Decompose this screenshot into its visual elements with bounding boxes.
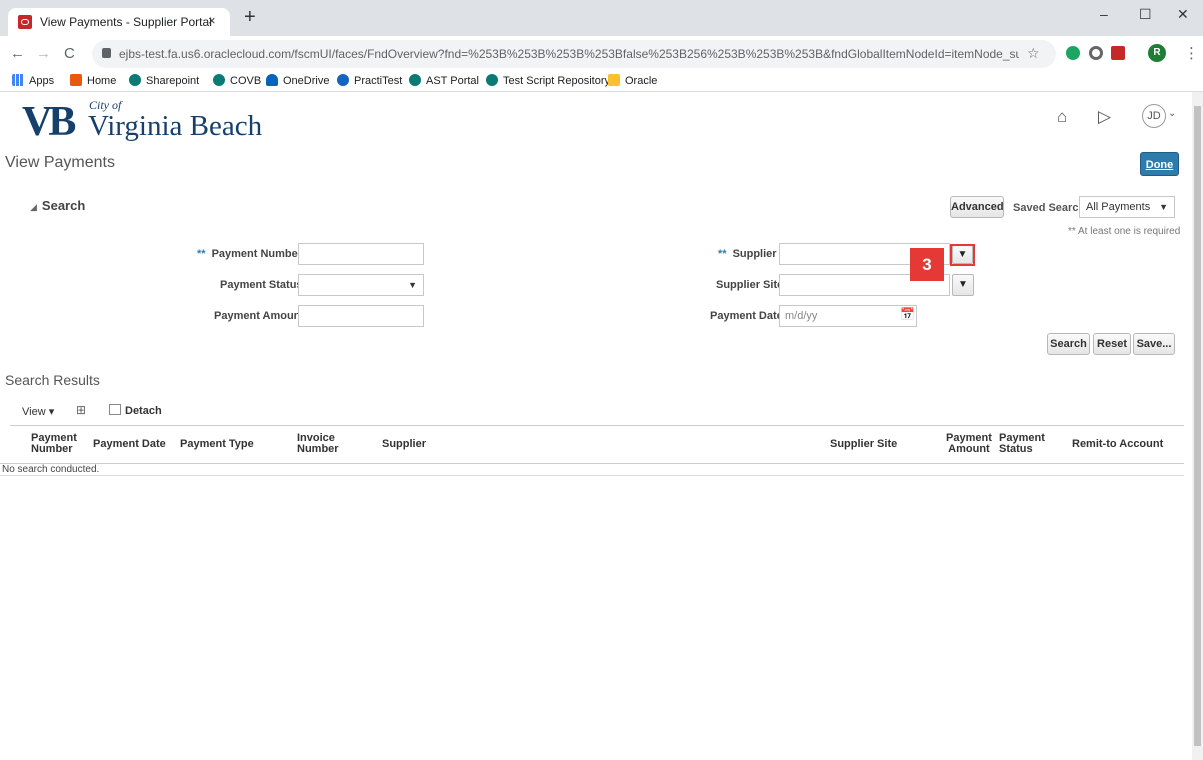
page-scrollbar[interactable] — [1192, 92, 1203, 760]
logo-name: Virginia Beach — [88, 110, 263, 142]
dropdown-arrow-icon: ▼ — [1159, 202, 1168, 212]
reload-icon[interactable]: C — [64, 45, 75, 62]
column-payment-date[interactable]: Payment Date — [93, 439, 166, 450]
saved-search-select[interactable]: All Payments ▼ — [1079, 196, 1175, 218]
callout-step-badge: 3 — [910, 248, 944, 281]
column-remit-to-account[interactable]: Remit-to Account — [1072, 439, 1163, 450]
collapse-triangle-icon[interactable]: ◢ — [30, 202, 37, 212]
virginia-beach-logo[interactable]: VB City of Virginia Beach — [22, 96, 272, 148]
column-supplier-site[interactable]: Supplier Site — [830, 439, 897, 450]
detach-icon — [109, 404, 121, 415]
bookmark-onedrive[interactable]: OneDrive — [266, 74, 329, 87]
new-tab-button[interactable]: + — [244, 7, 256, 27]
browser-tab[interactable]: View Payments - Supplier Portal × — [8, 8, 230, 36]
folder-icon — [608, 74, 620, 86]
bookmark-sharepoint[interactable]: Sharepoint — [129, 74, 199, 87]
search-results-title: Search Results — [5, 372, 100, 388]
browser-tab-bar: View Payments - Supplier Portal × + – ☐ … — [0, 0, 1203, 36]
home-icon[interactable]: ⌂ — [1057, 107, 1067, 127]
profile-avatar[interactable]: R — [1148, 44, 1166, 62]
sharepoint-icon — [409, 74, 421, 86]
logo-mark: VB — [22, 99, 76, 145]
table-bottom-border — [0, 475, 1184, 476]
payment-status-select[interactable]: ▼ — [298, 274, 424, 296]
empty-results-text: No search conducted. — [2, 464, 100, 475]
column-invoice-number[interactable]: Invoice Number — [297, 433, 339, 455]
sharepoint-icon — [486, 74, 498, 86]
extension-green-icon[interactable] — [1066, 46, 1080, 60]
payment-status-label: Payment Status — [220, 279, 303, 291]
supplier-site-label: Supplier Site — [716, 279, 784, 291]
bookmark-covb[interactable]: COVB — [213, 74, 261, 87]
column-payment-type[interactable]: Payment Type — [180, 439, 254, 450]
dropdown-arrow-icon: ▼ — [408, 280, 417, 290]
forward-icon: → — [36, 45, 51, 62]
extension-circle-icon[interactable] — [1089, 46, 1103, 60]
window-close-icon[interactable]: ✕ — [1177, 6, 1189, 23]
save-button[interactable]: Save... — [1133, 333, 1175, 355]
sharepoint-icon — [129, 74, 141, 86]
required-note: ** At least one is required — [1068, 226, 1181, 237]
column-supplier[interactable]: Supplier — [382, 439, 426, 450]
payment-amount-input[interactable] — [298, 305, 424, 327]
browser-toolbar: ← → C ejbs-test.fa.us6.oraclecloud.com/f… — [0, 36, 1203, 70]
supplier-site-lov-button[interactable]: ▼ — [952, 274, 974, 296]
lock-icon — [102, 48, 111, 58]
page-content: VB City of Virginia Beach ⌂ ▷ JD ⌄ View … — [0, 92, 1192, 760]
detach-button[interactable]: Detach — [109, 404, 162, 417]
practitest-icon — [337, 74, 349, 86]
browser-menu-icon[interactable]: ⋮ — [1184, 44, 1199, 62]
tab-close-icon[interactable]: × — [208, 13, 216, 28]
table-top-border — [10, 425, 1184, 426]
apps-grid-icon — [12, 74, 24, 86]
scrollbar-thumb[interactable] — [1194, 106, 1201, 746]
bookmarks-bar: Apps Home Sharepoint COVB OneDrive Pract… — [0, 70, 1203, 92]
payment-amount-label: Payment Amount — [214, 310, 305, 322]
reset-button[interactable]: Reset — [1093, 333, 1131, 355]
table-header-border — [0, 463, 1184, 464]
saved-search-label: Saved Search — [1013, 202, 1086, 214]
extension-red-icon[interactable] — [1111, 46, 1125, 60]
supplier-label: ** Supplier — [718, 248, 777, 260]
bookmark-oracle[interactable]: Oracle — [608, 74, 657, 87]
calendar-icon[interactable]: 📅 — [900, 307, 915, 321]
search-button[interactable]: Search — [1047, 333, 1090, 355]
bookmark-practitest[interactable]: PractiTest — [337, 74, 402, 87]
view-menu[interactable]: View ▾ — [22, 405, 54, 418]
payment-date-input[interactable]: m/d/yy — [779, 305, 917, 327]
freeze-columns-icon[interactable]: ⊞ — [76, 403, 86, 417]
oracle-favicon-icon — [18, 15, 32, 29]
bookmark-home[interactable]: Home — [70, 74, 116, 87]
address-bar[interactable]: ejbs-test.fa.us6.oraclecloud.com/fscmUI/… — [92, 40, 1056, 68]
bookmark-apps[interactable]: Apps — [12, 74, 54, 87]
column-payment-status[interactable]: Payment Status — [999, 433, 1045, 455]
navigator-icon[interactable]: ▷ — [1098, 107, 1111, 127]
chevron-down-icon[interactable]: ⌄ — [1168, 108, 1176, 119]
bookmark-star-icon[interactable]: ☆ — [1027, 45, 1040, 62]
page-title: View Payments — [5, 154, 115, 171]
done-button[interactable]: Done — [1140, 152, 1179, 176]
payment-number-input[interactable] — [298, 243, 424, 265]
url-text[interactable]: ejbs-test.fa.us6.oraclecloud.com/fscmUI/… — [119, 47, 1019, 61]
advanced-button[interactable]: Advanced — [950, 196, 1004, 218]
payment-number-label: ** Payment Number — [197, 248, 303, 260]
office-icon — [70, 74, 82, 86]
bookmark-ast-portal[interactable]: AST Portal — [409, 74, 479, 87]
callout-highlight-box — [950, 244, 975, 266]
tab-title: View Payments - Supplier Portal — [40, 15, 212, 29]
bookmark-test-script-repository[interactable]: Test Script Repository — [486, 74, 610, 87]
search-section-header[interactable]: ◢ Search — [30, 198, 85, 213]
user-avatar[interactable]: JD — [1142, 104, 1166, 128]
column-payment-number[interactable]: Payment Number — [31, 433, 77, 455]
column-payment-amount[interactable]: Payment Amount — [946, 433, 992, 455]
payment-date-label: Payment Date — [710, 310, 783, 322]
back-icon[interactable]: ← — [10, 45, 25, 62]
minimize-icon[interactable]: – — [1100, 6, 1108, 22]
sharepoint-icon — [213, 74, 225, 86]
onedrive-cloud-icon — [266, 74, 278, 86]
maximize-icon[interactable]: ☐ — [1139, 6, 1152, 23]
